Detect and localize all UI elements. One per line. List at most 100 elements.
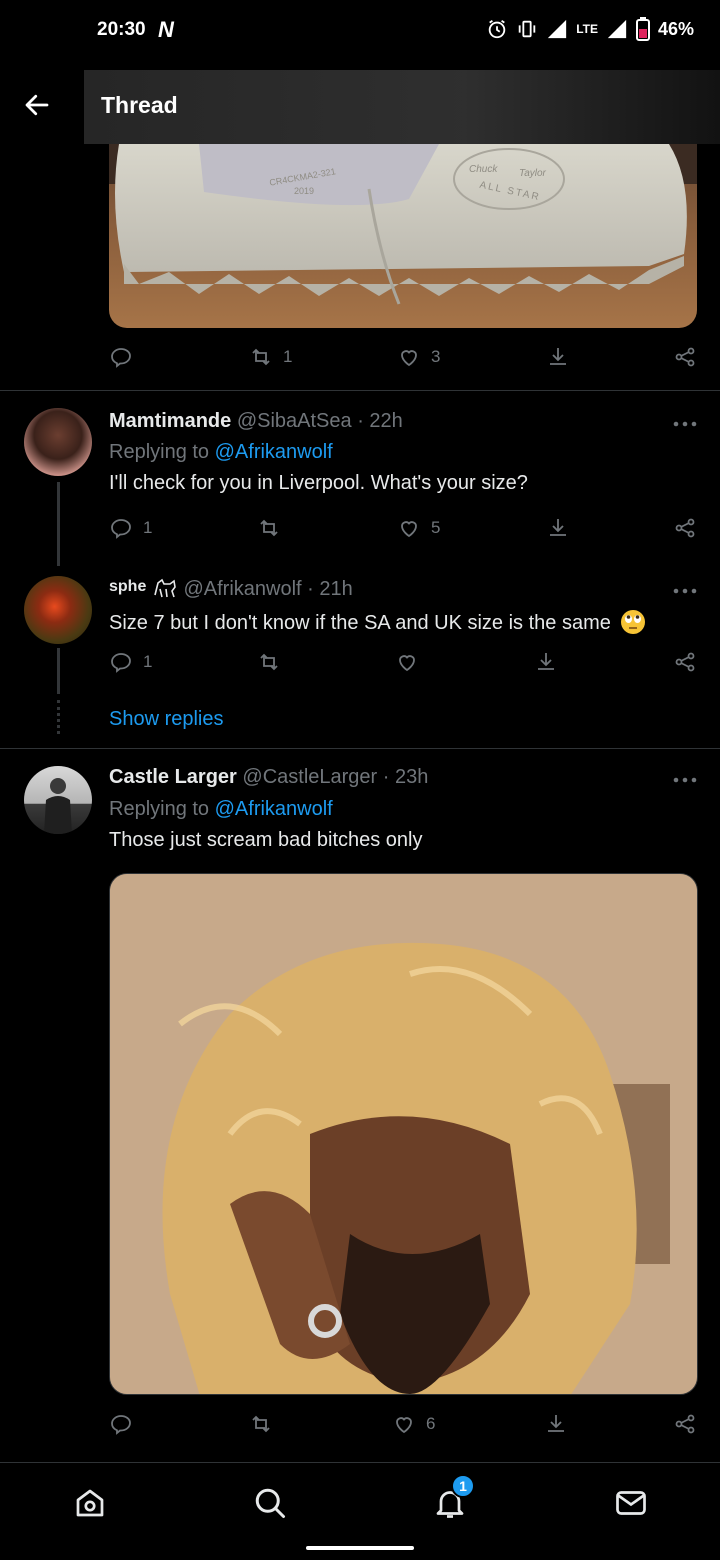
back-arrow-icon[interactable]: [22, 90, 52, 120]
retweet-button[interactable]: [249, 1412, 283, 1436]
bookmark-download-button[interactable]: [544, 1412, 568, 1436]
mention-link[interactable]: @Afrikanwolf: [215, 798, 333, 820]
share-button[interactable]: [673, 516, 697, 540]
bookmark-download-button[interactable]: [546, 345, 570, 369]
timestamp: · 21h: [307, 578, 353, 600]
display-name[interactable]: Castle Larger: [109, 766, 237, 788]
tweet-actions: 6: [109, 1412, 699, 1442]
share-icon: [675, 1414, 695, 1434]
mention-link[interactable]: @Afrikanwolf: [215, 441, 333, 463]
status-bar: 20:30 N LTE 46%: [0, 0, 720, 60]
network-type: LTE: [576, 22, 598, 36]
replying-prefix: Replying to: [109, 441, 215, 463]
retweet-button[interactable]: 1: [249, 345, 292, 369]
reply-button[interactable]: [109, 345, 143, 369]
user-handle[interactable]: @SibaAtSea: [237, 410, 352, 432]
vibrate-icon: [518, 20, 536, 38]
signal-icon-2: [607, 19, 627, 39]
page-title: Thread: [101, 92, 178, 118]
share-icon: [675, 518, 695, 538]
avatar[interactable]: [24, 576, 92, 644]
like-count: 3: [431, 347, 441, 366]
heart-icon: [401, 521, 417, 538]
like-button[interactable]: [395, 650, 429, 674]
status-time: 20:30: [97, 19, 146, 40]
reply-button[interactable]: 1: [109, 650, 152, 674]
download-icon: [550, 519, 566, 536]
avatar[interactable]: [24, 766, 92, 834]
retweet-count: 1: [283, 347, 293, 366]
like-button[interactable]: 5: [397, 516, 440, 540]
battery-percentage: 46%: [657, 18, 694, 39]
like-button[interactable]: 6: [392, 1412, 435, 1436]
heart-icon: [401, 350, 417, 367]
heart-icon: [399, 655, 415, 672]
retweet-icon: [260, 519, 278, 537]
reply-icon: [111, 519, 131, 539]
avatar[interactable]: [24, 408, 92, 476]
like-count: 5: [431, 518, 441, 537]
retweet-icon: [252, 348, 270, 366]
like-count: 6: [426, 1414, 436, 1433]
gesture-home-bar[interactable]: [306, 1546, 414, 1550]
divider: [0, 390, 720, 391]
eye-roll-emoji: [621, 610, 646, 634]
download-icon: [538, 653, 554, 670]
share-button[interactable]: [673, 345, 697, 369]
status-icons: LTE 46%: [486, 17, 694, 41]
reply-count: 1: [143, 652, 153, 671]
tweet-header: Mamtimande @SibaAtSea · 22h: [109, 410, 403, 433]
tweet-text: Size 7 but I don't know if the SA and UK…: [109, 609, 646, 635]
show-replies-link[interactable]: Show replies: [109, 708, 224, 731]
download-icon: [548, 1415, 564, 1432]
user-handle[interactable]: @CastleLarger: [242, 766, 377, 788]
reply-button[interactable]: [109, 1412, 143, 1436]
home-icon[interactable]: [72, 1485, 108, 1521]
reply-count: 1: [143, 518, 153, 537]
tweet-actions: 1 3: [109, 345, 699, 375]
tweet-actions: 1 5: [109, 516, 699, 546]
search-icon[interactable]: [252, 1485, 288, 1521]
reply-icon: [111, 653, 131, 673]
download-icon: [550, 348, 566, 365]
retweet-button[interactable]: [257, 650, 291, 674]
tweet-header: sphe @Afrikanwolf · 21h: [109, 577, 353, 601]
retweet-icon: [260, 653, 278, 671]
tweet-media-shoe[interactable]: CR4CKMA2-321 2019 Chuck Taylor ALL STAR: [109, 144, 697, 328]
tweet-media-image[interactable]: [109, 873, 698, 1395]
signal-icon: [548, 19, 567, 39]
bookmark-download-button[interactable]: [534, 650, 558, 674]
replying-to: Replying to @Afrikanwolf: [109, 798, 333, 821]
retweet-button[interactable]: [257, 516, 291, 540]
reply-button[interactable]: 1: [109, 516, 152, 540]
messages-mail-icon[interactable]: [613, 1485, 649, 1521]
more-options-icon[interactable]: [672, 776, 698, 784]
tweet-text-content: Size 7 but I don't know if the SA and UK…: [109, 612, 611, 634]
share-button[interactable]: [673, 650, 697, 674]
heart-icon: [396, 1417, 412, 1434]
tweet-text: Those just scream bad bitches only: [109, 829, 423, 851]
tweet-actions: 1: [109, 650, 699, 680]
timestamp: · 22h: [357, 410, 403, 432]
reply-icon: [111, 348, 131, 368]
more-options-icon[interactable]: [672, 587, 698, 595]
media-illustration: [110, 874, 697, 1394]
more-options-icon[interactable]: [672, 420, 698, 428]
retweet-icon: [252, 1415, 270, 1433]
timestamp: · 23h: [382, 766, 429, 788]
like-button[interactable]: 3: [397, 345, 440, 369]
shoe-stamp-year: 2019: [294, 186, 315, 196]
shoe-brand-chuck: Chuck: [469, 164, 498, 175]
tweet-text: I'll check for you in Liverpool. What's …: [109, 472, 528, 494]
thread-header: Thread: [0, 70, 720, 144]
thread-connector: [57, 648, 60, 694]
divider: [0, 748, 720, 749]
wolf-emoji-icon: [154, 578, 176, 598]
display-name[interactable]: sphe: [109, 578, 146, 595]
display-name[interactable]: Mamtimande: [109, 410, 231, 432]
notification-badge: 1: [451, 1474, 475, 1498]
user-handle[interactable]: @Afrikanwolf: [183, 578, 301, 600]
header-background: [84, 70, 720, 144]
share-button[interactable]: [673, 1412, 697, 1436]
bookmark-download-button[interactable]: [546, 516, 570, 540]
